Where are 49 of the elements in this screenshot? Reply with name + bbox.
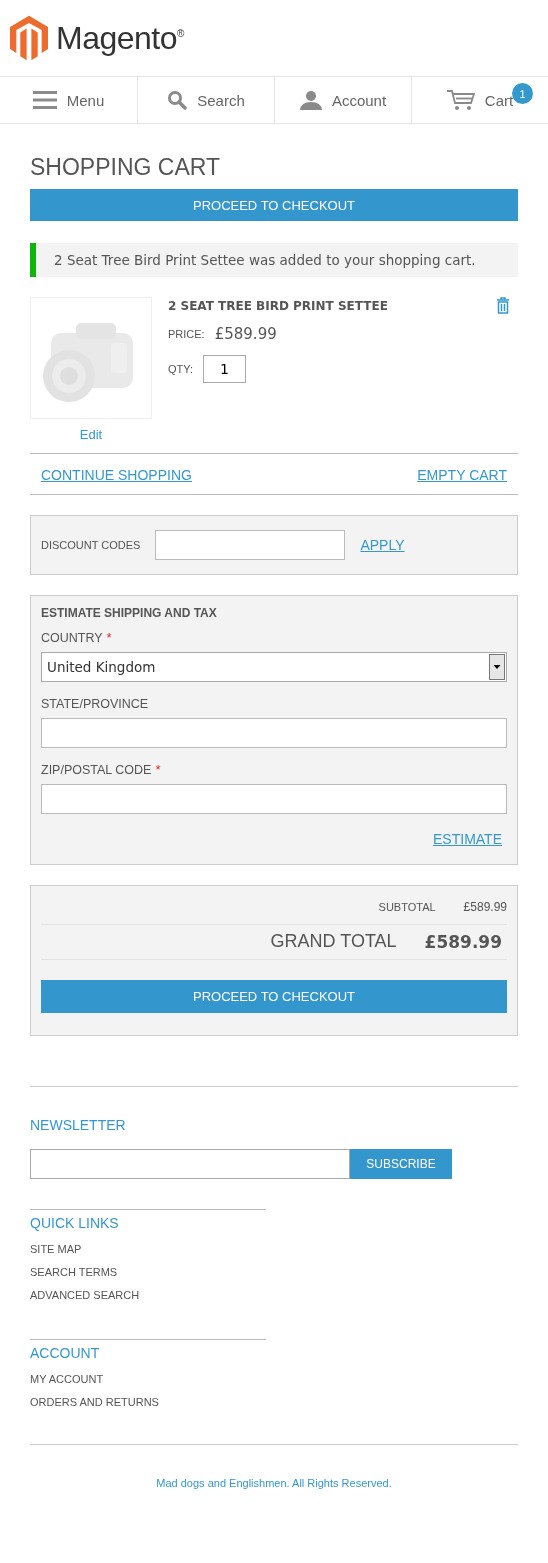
field-label: STATE/PROVINCE (41, 697, 149, 711)
footer-link[interactable]: SITE MAP (30, 1243, 266, 1255)
footer-section-title: ACCOUNT (30, 1345, 101, 1361)
email-field[interactable] (30, 1149, 350, 1179)
footer-link[interactable]: ADVANCED SEARCH (30, 1289, 266, 1301)
continue-shopping-link[interactable]: CONTINUE SHOPPING (41, 467, 192, 483)
grand-total-label: GRAND TOTAL (270, 931, 397, 952)
empty-cart-link[interactable]: EMPTY CART (417, 467, 507, 483)
nav-item[interactable]: Account (274, 77, 411, 123)
edit-link[interactable]: Edit (79, 427, 103, 442)
product-name[interactable]: 2 SEAT TREE BIRD PRINT SETTEE (168, 299, 518, 313)
price-label: PRICE: (168, 328, 205, 340)
nav-item[interactable]: Cart 1 (411, 77, 548, 123)
estimate-title: ESTIMATE SHIPPING AND TAX (41, 606, 218, 620)
subscribe-button[interactable]: SUBSCRIBE (350, 1149, 452, 1179)
text-field[interactable] (41, 784, 507, 814)
logo-text[interactable]: Magento$^{®}$ (56, 19, 184, 57)
newsletter-title: NEWSLETTER (30, 1117, 127, 1133)
price-value: £589.99 (214, 325, 277, 343)
discount-code-field[interactable] (155, 530, 346, 560)
required-mark: * (106, 630, 112, 645)
qty-field[interactable]: 1 (203, 355, 247, 383)
footer-link[interactable]: ORDERS AND RETURNS (30, 1396, 266, 1408)
nav-item[interactable]: Menu (0, 77, 137, 123)
success-message: 2 Seat Tree Bird Print Settee was added to your shopping cart. (30, 243, 518, 277)
text-field[interactable] (41, 718, 507, 748)
nav-item[interactable]: Search (137, 77, 274, 123)
trash-icon[interactable] (496, 297, 510, 314)
search-icon (167, 90, 188, 110)
checkout-button[interactable]: PROCEED TO CHECKOUT (41, 980, 507, 1013)
person-icon (299, 90, 322, 110)
footer-link[interactable]: SEARCH TERMS (30, 1266, 266, 1278)
grand-total-value: £589.99 (424, 931, 503, 952)
required-mark: * (155, 762, 161, 777)
menu-icon (32, 90, 57, 110)
footer-link[interactable]: MY ACCOUNT (30, 1373, 266, 1385)
footer-section-title: QUICK LINKS (30, 1215, 120, 1231)
subtotal-value: £589.99 (463, 900, 507, 914)
field-label: COUNTRY (41, 631, 103, 645)
field-label: ZIP/POSTAL CODE (41, 763, 152, 777)
country-select[interactable]: United Kingdom (41, 652, 507, 682)
copyright-text: Mad dogs and Englishmen. All Rights Reserved. (30, 1444, 518, 1521)
subtotal-label: SUBTOTAL (378, 901, 436, 913)
checkout-button[interactable]: PROCEED TO CHECKOUT (30, 189, 518, 221)
page-title: SHOPPING CART (30, 154, 221, 181)
cart-icon (446, 89, 475, 111)
discount-label: DISCOUNT CODES (41, 539, 141, 551)
cart-count-badge: 1 (512, 83, 533, 104)
qty-label: QTY: (168, 363, 194, 375)
